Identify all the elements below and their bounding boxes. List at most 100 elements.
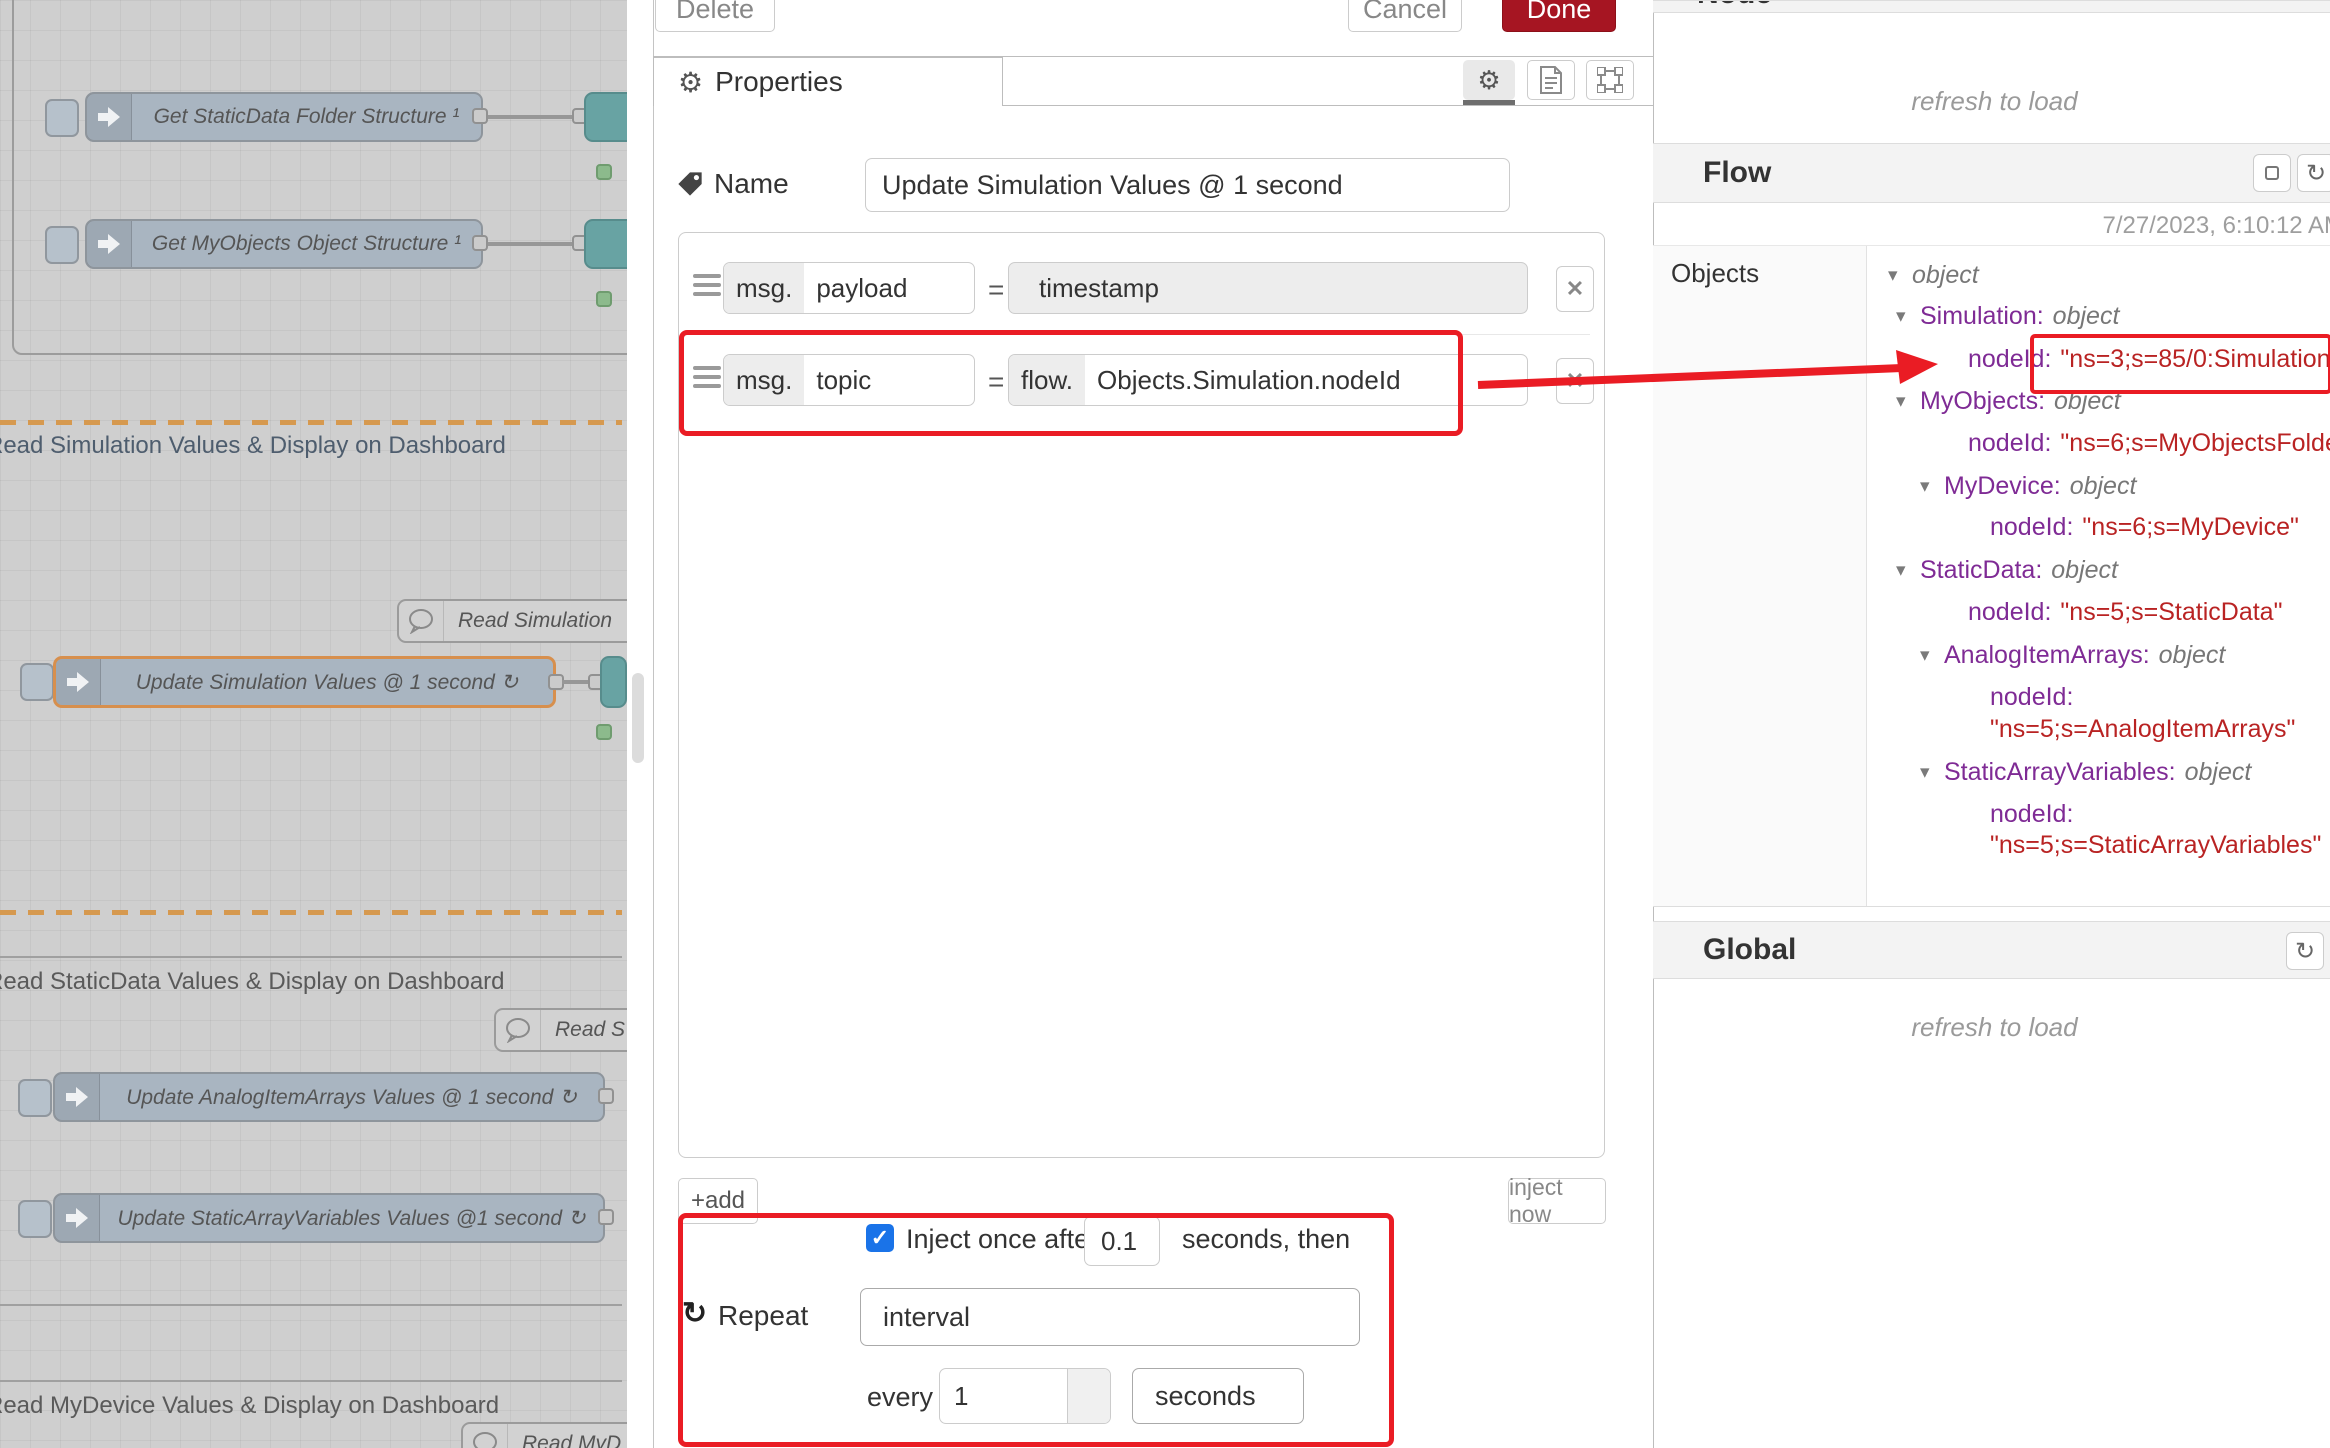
tree-row[interactable]: ▾MyObjects:object xyxy=(1896,384,2121,418)
node-port[interactable] xyxy=(598,1209,614,1225)
rule-value-input[interactable]: flow. Objects.Simulation.nodeId xyxy=(1008,354,1528,406)
interval-unit-select[interactable]: seconds xyxy=(1132,1368,1304,1424)
inject-once-delay-input[interactable] xyxy=(1084,1216,1160,1266)
inject-button[interactable] xyxy=(45,226,79,264)
comment-label: Read S xyxy=(541,1018,625,1042)
tree-row[interactable]: nodeId: xyxy=(1966,797,2082,831)
inject-button[interactable] xyxy=(45,99,79,137)
opcua-node[interactable] xyxy=(584,92,627,142)
refresh-global-button[interactable]: ↻ xyxy=(2286,932,2324,970)
tabbar-divider xyxy=(1003,105,1653,106)
comment-bubble-icon xyxy=(463,1424,508,1448)
inject-button[interactable] xyxy=(18,1200,52,1238)
inject-node-update-simulation[interactable]: Update Simulation Values @ 1 second ↻ xyxy=(53,656,556,708)
opcua-node[interactable] xyxy=(584,219,627,269)
group-dashed-divider xyxy=(0,910,622,915)
comment-bubble-icon xyxy=(496,1010,541,1050)
inject-button[interactable] xyxy=(18,1079,52,1117)
tree-caret-icon[interactable]: ▾ xyxy=(1896,559,1920,582)
done-button[interactable]: Done xyxy=(1502,0,1616,32)
tree-row[interactable]: "ns=5;s=AnalogItemArrays" xyxy=(1966,712,2295,746)
rule-separator xyxy=(693,334,1590,335)
refresh-flow-button[interactable]: ↻ xyxy=(2297,154,2330,192)
vertical-scrollbar[interactable] xyxy=(632,673,644,763)
tree-row[interactable]: nodeId:"ns=6;s=MyObjectsFolder" xyxy=(1944,426,2330,460)
drag-handle-icon[interactable] xyxy=(693,274,721,296)
cancel-button[interactable]: Cancel xyxy=(1348,0,1462,32)
rule-value-input[interactable]: timestamp xyxy=(1008,262,1528,314)
node-group-border xyxy=(12,0,627,355)
group-dashed-divider xyxy=(0,420,622,425)
tree-row[interactable]: nodeId:"ns=6;s=MyDevice" xyxy=(1966,510,2299,544)
flow-context-timestamp-row: 7/27/2023, 6:10:12 AM xyxy=(1653,204,2330,246)
tree-caret-icon[interactable]: ▾ xyxy=(1920,475,1944,498)
open-in-window-button[interactable] xyxy=(2253,154,2291,192)
rule-property-input[interactable]: msg. topic xyxy=(723,354,975,406)
square-icon xyxy=(2264,165,2280,181)
inject-node-get-myobjects[interactable]: Get MyObjects Object Structure ¹ xyxy=(85,219,483,269)
node-context-placeholder: refresh to load xyxy=(1653,86,2330,117)
node-label: Get MyObjects Object Structure ¹ xyxy=(132,232,481,256)
remove-rule-button[interactable]: ✕ xyxy=(1556,358,1594,404)
tree-caret-icon[interactable]: ▾ xyxy=(1920,761,1944,784)
inject-arrow-icon xyxy=(55,1074,100,1120)
node-section-header[interactable]: Node xyxy=(1653,0,2330,13)
flow-section-header[interactable]: Flow ↻ xyxy=(1653,143,2330,203)
tree-row[interactable]: nodeId:"ns=5;s=StaticData" xyxy=(1944,595,2282,629)
stepper-up-button[interactable] xyxy=(1068,1369,1110,1396)
repeat-select[interactable]: interval xyxy=(860,1288,1360,1346)
tree-caret-icon[interactable]: ▾ xyxy=(1920,644,1944,667)
tab-label: Properties xyxy=(715,66,843,98)
tree-row[interactable]: ▾Simulation:object xyxy=(1896,299,2119,333)
tree-caret-icon[interactable]: ▾ xyxy=(1896,390,1920,413)
tree-row[interactable]: ▾StaticData:object xyxy=(1896,553,2118,587)
flow-type-prefix[interactable]: flow. xyxy=(1009,355,1085,405)
msg-prefix: msg. xyxy=(724,355,804,405)
inject-node-update-analogitemarrays[interactable]: Update AnalogItemArrays Values @ 1 secon… xyxy=(53,1072,605,1122)
comment-label: Read MyD xyxy=(508,1432,621,1448)
rule-property-input[interactable]: msg. payload xyxy=(723,262,975,314)
node-port[interactable] xyxy=(472,235,488,251)
inject-node-get-staticdata[interactable]: Get StaticData Folder Structure ¹ xyxy=(85,92,483,142)
remove-rule-button[interactable]: ✕ xyxy=(1556,266,1594,312)
node-port[interactable] xyxy=(598,1088,614,1104)
flow-canvas[interactable]: Get StaticData Folder Structure ¹ Get My… xyxy=(0,0,627,1448)
node-status-indicator xyxy=(596,291,612,307)
name-input[interactable] xyxy=(865,158,1510,212)
inject-button[interactable] xyxy=(20,663,54,701)
group-border-line xyxy=(0,1304,622,1306)
tree-caret-icon[interactable]: ▾ xyxy=(1896,305,1920,328)
comment-node[interactable]: Read Simulation xyxy=(397,599,627,643)
inject-arrow-icon xyxy=(55,1195,100,1241)
inject-once-checkbox[interactable]: ✓ xyxy=(866,1224,894,1252)
drag-handle-icon[interactable] xyxy=(693,366,721,388)
stepper-down-button[interactable] xyxy=(1068,1396,1110,1423)
tree-caret-icon[interactable]: ▾ xyxy=(1888,264,1912,287)
node-label: Update StaticArrayVariables Values @1 se… xyxy=(100,1206,603,1231)
global-section-title: Global xyxy=(1703,933,1796,967)
gear-icon: ⚙ xyxy=(1477,65,1500,96)
opcua-node[interactable] xyxy=(600,656,627,708)
delete-button[interactable]: Delete xyxy=(655,0,775,32)
tree-row[interactable]: ▾AnalogItemArrays:object xyxy=(1920,638,2225,672)
node-port[interactable] xyxy=(472,108,488,124)
interval-value[interactable]: 1 xyxy=(940,1369,1067,1423)
comment-node[interactable]: Read S xyxy=(494,1008,627,1052)
properties-view-button[interactable]: ⚙ xyxy=(1463,60,1515,100)
tree-row[interactable]: ▾MyDevice:object xyxy=(1920,469,2136,503)
interval-value-stepper[interactable]: 1 xyxy=(939,1368,1111,1424)
inject-node-update-staticarrayvariables[interactable]: Update StaticArrayVariables Values @1 se… xyxy=(53,1193,605,1243)
tree-row[interactable]: ▾StaticArrayVariables:object xyxy=(1920,755,2251,789)
add-rule-button[interactable]: +add xyxy=(678,1178,758,1224)
comment-node[interactable]: Read MyD xyxy=(461,1422,627,1448)
appearance-button[interactable] xyxy=(1586,60,1634,100)
tree-row[interactable]: nodeId: xyxy=(1966,680,2082,714)
tree-row-simulation-nodeid[interactable]: nodeId:"ns=3;s=85/0:Simulation" xyxy=(1944,342,2330,376)
global-section-header[interactable]: Global ↻ xyxy=(1653,921,2330,979)
description-button[interactable] xyxy=(1527,60,1575,100)
tree-row[interactable]: ▾object xyxy=(1888,258,1979,292)
inject-arrow-icon xyxy=(87,221,132,267)
inject-now-button[interactable]: inject now xyxy=(1508,1178,1606,1224)
tab-properties[interactable]: ⚙ Properties xyxy=(653,57,1003,106)
tree-row[interactable]: "ns=5;s=StaticArrayVariables" xyxy=(1966,828,2321,862)
